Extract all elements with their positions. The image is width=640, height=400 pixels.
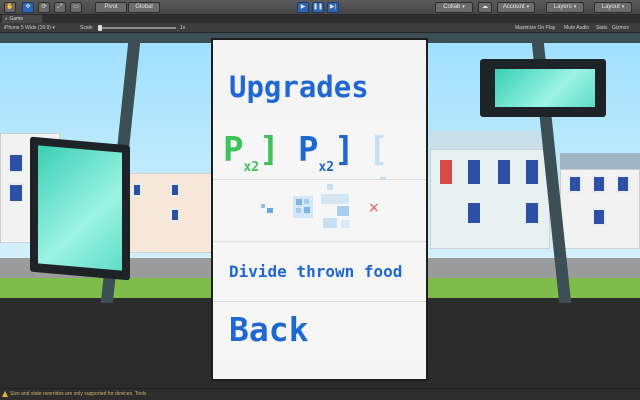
house-window — [592, 175, 606, 193]
powerup-green[interactable]: Px2] — [223, 130, 280, 175]
gizmos-dropdown[interactable]: Gizmos — [612, 24, 629, 32]
rect-tool-icon[interactable]: ▭ — [70, 2, 82, 13]
house-window — [466, 158, 482, 186]
house-window — [524, 201, 540, 225]
upgrades-title: Upgrades — [229, 70, 369, 104]
powerup-multiplier: x2 — [318, 159, 335, 175]
step-icon[interactable]: ▶| — [327, 2, 339, 13]
account-dropdown[interactable]: Account — [497, 2, 535, 13]
slot-pixel-icon — [321, 184, 349, 228]
house-window — [170, 208, 180, 222]
divide-food-label: Divide thrown food — [229, 262, 403, 281]
mute-audio-toggle[interactable]: Mute Audio — [564, 24, 589, 32]
warning-icon — [2, 391, 8, 397]
pivot-button[interactable]: Pivot — [95, 2, 127, 13]
layout-label: Layout — [601, 4, 620, 10]
house-window — [568, 175, 582, 193]
layers-label: Layers — [553, 4, 572, 10]
house-window — [438, 158, 454, 186]
powerup-bracket: ] — [334, 130, 355, 170]
close-icon[interactable]: × — [368, 200, 380, 216]
account-label: Account — [502, 4, 525, 10]
global-label: Global — [135, 4, 153, 10]
stats-toggle[interactable]: Stats — [596, 24, 607, 32]
house-window — [616, 175, 630, 193]
editor-toolbar: ✋ ✥ ⟳ ⤢ ▭ Pivot Global ▶ ❚❚ ▶| Collab ☁ … — [0, 0, 640, 15]
tab-game[interactable]: ◐ Game — [2, 15, 42, 23]
tab-bar: ◐ Game — [0, 15, 640, 23]
house-window — [496, 158, 512, 186]
collab-dropdown[interactable]: Collab — [435, 2, 473, 13]
cloud-icon[interactable]: ☁ — [478, 2, 492, 13]
pause-icon[interactable]: ❚❚ — [312, 2, 324, 13]
hand-tool-icon[interactable]: ✋ — [4, 2, 16, 13]
collab-label: Collab — [443, 4, 461, 10]
global-button[interactable]: Global — [128, 2, 160, 13]
game-options-bar: iPhone 5 Wide (16:9) ▾ Scale 1x Maximize… — [0, 23, 640, 33]
rotate-tool-icon[interactable]: ⟳ — [38, 2, 50, 13]
slot-pixel-icon — [293, 196, 313, 218]
upgrades-panel: Upgrades Px2] Px2] [× Divide thrown foo… — [211, 38, 428, 381]
scale-value: 1x — [180, 25, 186, 31]
side-mirror-left-glass — [38, 145, 122, 271]
slot-pixel-icon — [261, 204, 273, 213]
house-window — [8, 183, 24, 203]
back-button[interactable]: Back — [213, 302, 426, 360]
powerup-letter: P — [223, 130, 244, 170]
upgrade-slots-row: × — [213, 180, 426, 242]
layout-dropdown[interactable]: Layout — [594, 2, 632, 13]
house-window — [466, 201, 482, 225]
maximize-on-play-toggle[interactable]: Maximize On Play — [515, 24, 555, 32]
status-message[interactable]: Size and state overrides are only suppor… — [10, 391, 146, 397]
powerup-multiplier: x2 — [243, 159, 260, 175]
roof-right-far — [560, 153, 640, 169]
play-icon[interactable]: ▶ — [297, 2, 309, 13]
scale-label: Scale — [80, 25, 93, 31]
powerup-blue[interactable]: Px2] — [298, 130, 355, 175]
back-label: Back — [229, 310, 309, 349]
rearview-mirror-glass — [495, 69, 595, 107]
status-bar: Size and state overrides are only suppor… — [0, 388, 640, 400]
scale-slider[interactable] — [98, 27, 176, 29]
tab-game-label: Game — [9, 16, 24, 22]
powerup-letter: P — [298, 130, 319, 170]
powerup-bracket: ] — [259, 130, 280, 170]
powerup-letter: [ — [368, 130, 389, 170]
house-window — [524, 158, 540, 186]
powerups-row: Px2] Px2] [ — [213, 120, 426, 203]
device-dropdown[interactable]: iPhone 5 Wide (16:9) ▾ — [4, 24, 55, 32]
upgrades-panel-body: Upgrades Px2] Px2] [× Divide thrown foo… — [213, 40, 426, 379]
move-tool-icon[interactable]: ✥ — [22, 2, 34, 13]
house-window — [8, 153, 24, 173]
scale-tool-icon[interactable]: ⤢ — [54, 2, 66, 13]
house-window — [170, 183, 180, 197]
divide-food-upgrade[interactable]: Divide thrown food — [213, 242, 426, 302]
house-window — [132, 183, 142, 197]
layers-dropdown[interactable]: Layers — [546, 2, 584, 13]
scale-slider-handle[interactable] — [98, 25, 102, 31]
device-label: iPhone 5 Wide (16:9) — [4, 25, 51, 31]
house-window — [592, 208, 606, 226]
pivot-label: Pivot — [104, 4, 118, 10]
roof-right — [430, 131, 550, 149]
